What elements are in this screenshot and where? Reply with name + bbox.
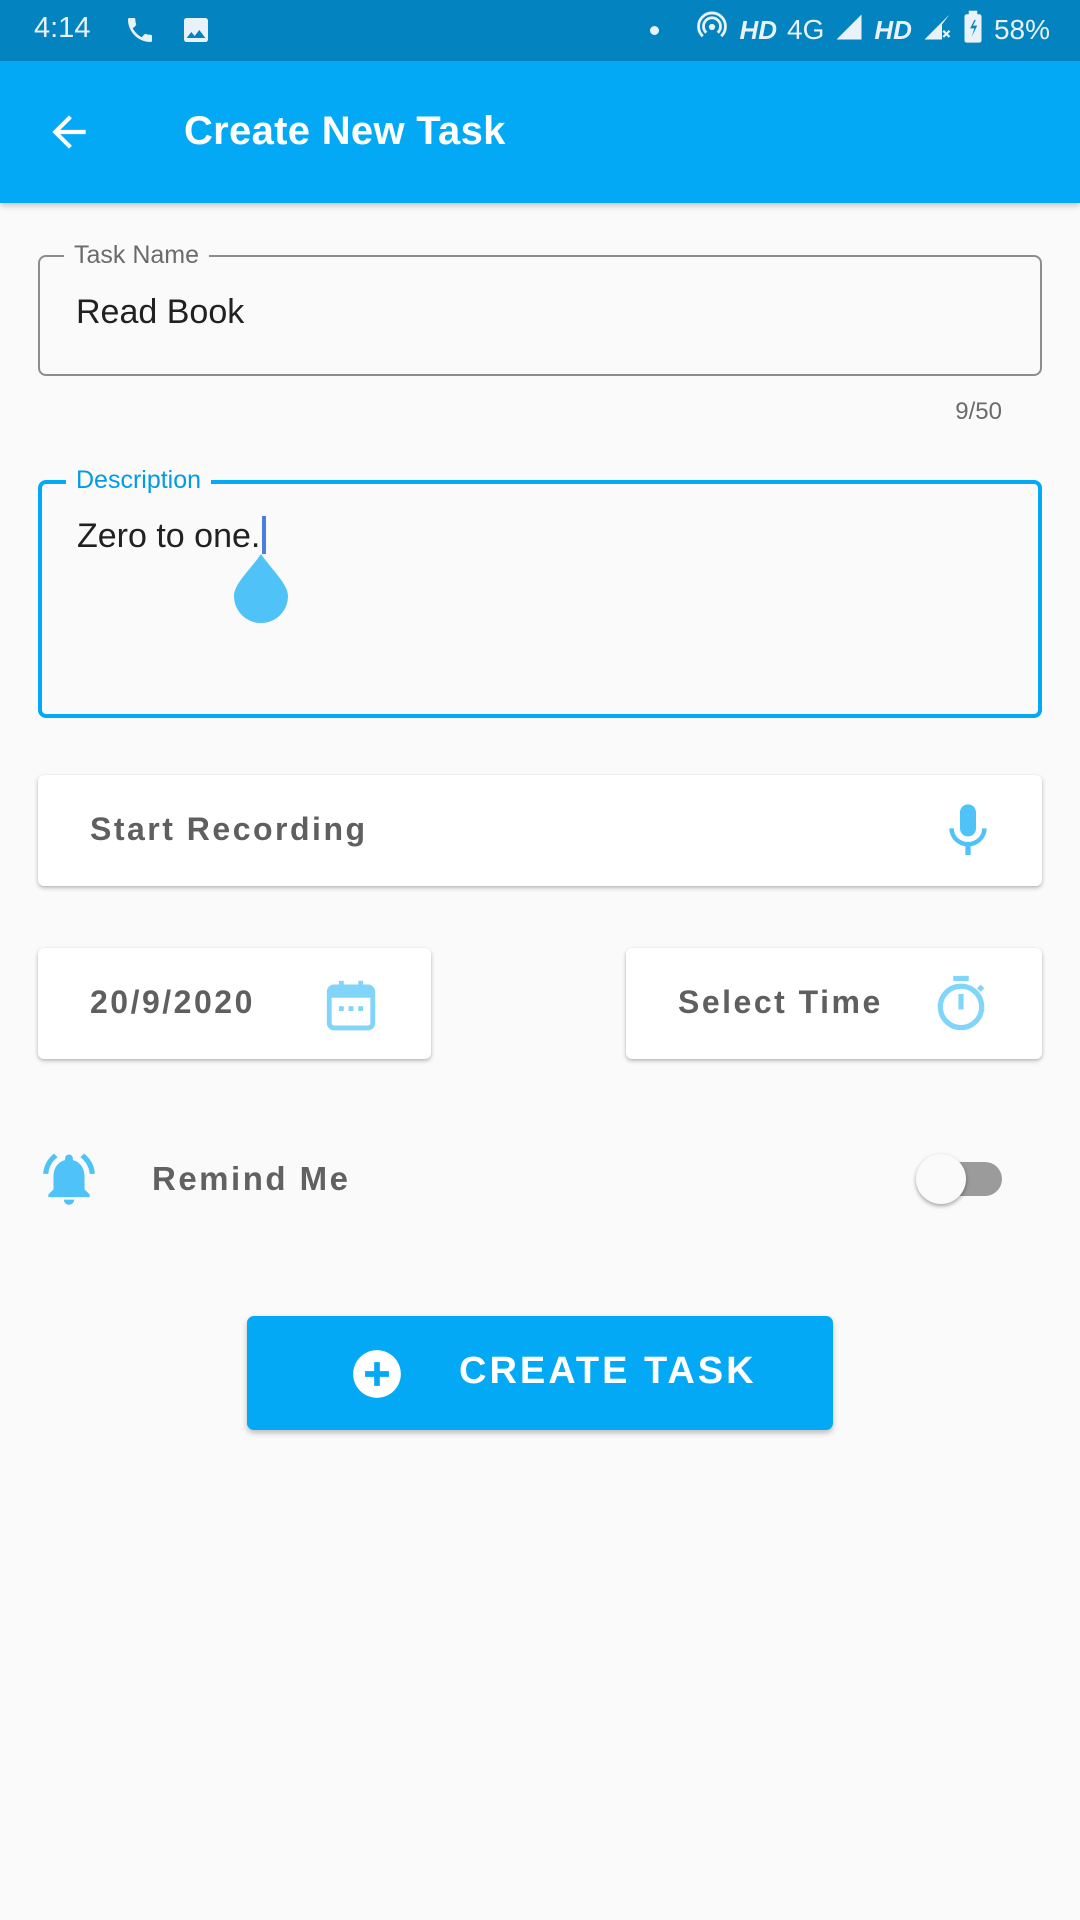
status-bar: 4:14 HD 4G HD 58% — [0, 0, 1080, 61]
add-circle-icon — [351, 1348, 403, 1400]
page-title: Create New Task — [184, 109, 506, 153]
description-field[interactable]: Description Zero to one. — [38, 466, 1042, 718]
cursor-handle-icon[interactable] — [232, 552, 290, 624]
task-name-value: Read Book — [76, 293, 245, 331]
signal-icon — [834, 12, 864, 49]
mic-icon — [936, 799, 1000, 868]
select-time-label: Select Time — [678, 984, 883, 1020]
time-picker-button[interactable]: Select Time — [626, 948, 1042, 1059]
create-task-label: CREATE TASK — [459, 1350, 757, 1392]
notification-dot-icon — [650, 25, 660, 35]
network-type: 4G — [787, 14, 825, 45]
start-recording-button[interactable]: Start Recording — [38, 775, 1042, 886]
bell-icon — [38, 1148, 100, 1215]
remind-me-toggle[interactable] — [916, 1152, 1010, 1204]
text-cursor — [262, 516, 267, 554]
status-right-group: HD 4G HD 58% — [650, 10, 1050, 50]
toggle-thumb — [916, 1154, 966, 1204]
hd-label-1: HD — [739, 14, 778, 45]
calendar-icon — [322, 976, 380, 1039]
task-name-field[interactable]: Task Name Read Book — [38, 241, 1042, 376]
description-value-wrap: Zero to one. — [77, 516, 267, 556]
image-icon — [180, 14, 212, 51]
signal-x-icon — [922, 12, 952, 49]
date-picker-button[interactable]: 20/9/2020 — [38, 948, 431, 1059]
status-time: 4:14 — [34, 12, 91, 44]
create-task-button[interactable]: CREATE TASK — [247, 1316, 833, 1430]
char-counter: 9/50 — [955, 398, 1002, 425]
battery-icon — [962, 10, 984, 51]
remind-me-label: Remind Me — [152, 1160, 351, 1197]
timer-icon — [930, 972, 992, 1039]
start-recording-label: Start Recording — [90, 811, 368, 847]
task-name-label: Task Name — [64, 241, 210, 270]
battery-percent: 58% — [993, 14, 1050, 45]
description-value: Zero to one. — [77, 517, 261, 555]
phone-icon — [124, 14, 156, 51]
hd-label-2: HD — [874, 14, 912, 45]
back-arrow-icon[interactable] — [44, 107, 94, 157]
app-bar: Create New Task — [0, 61, 1080, 203]
date-value: 20/9/2020 — [90, 984, 255, 1020]
hotspot-icon — [695, 10, 729, 51]
description-label: Description — [66, 466, 212, 495]
